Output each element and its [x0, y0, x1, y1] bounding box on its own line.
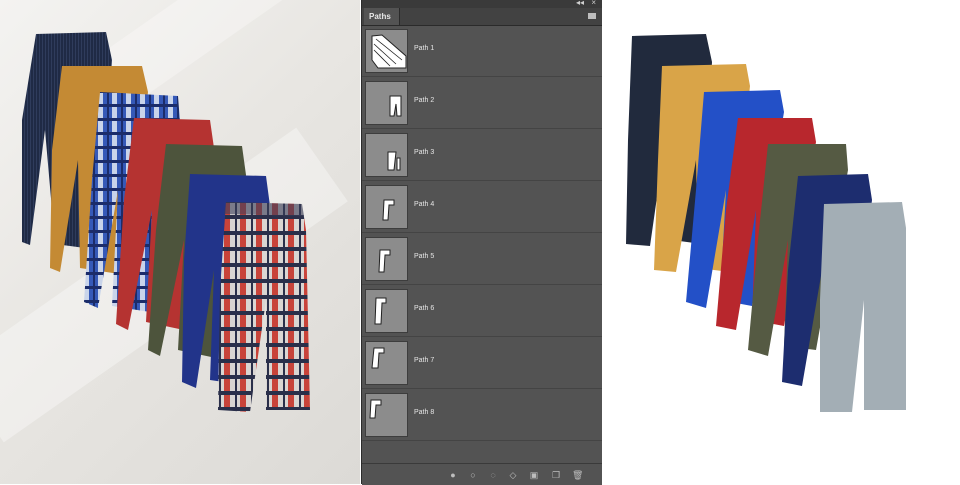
close-panel-icon[interactable]: ×	[591, 0, 596, 7]
panel-tab-bar: Paths	[362, 8, 602, 26]
delete-path-icon[interactable]: 🗑	[572, 470, 583, 480]
path-label: Path 6	[414, 305, 435, 312]
path-label: Path 3	[414, 149, 435, 156]
path-row-2[interactable]: Path 2	[362, 78, 602, 129]
load-as-selection-icon[interactable]: ◌	[488, 470, 498, 480]
path-thumbnail	[365, 185, 408, 229]
path-label: Path 2	[414, 97, 435, 104]
product-photo	[0, 0, 360, 484]
paths-list: Path 1 Path 2 Path 3 Path 4 Path 5 Path …	[362, 26, 602, 442]
path-label: Path 1	[414, 45, 435, 52]
make-work-path-icon[interactable]: ◇	[508, 470, 518, 480]
path-row-5[interactable]: Path 5	[362, 234, 602, 285]
path-shape-icon	[374, 297, 387, 325]
path-row-6[interactable]: Path 6	[362, 286, 602, 337]
path-thumbnail	[365, 393, 408, 437]
clipping-path-result	[602, 0, 960, 484]
path-thumbnail	[365, 289, 408, 333]
tab-paths[interactable]: Paths	[364, 8, 400, 25]
path-label: Path 4	[414, 201, 435, 208]
panel-menu-icon[interactable]	[588, 13, 596, 19]
panel-top-bar: ◂◂ ×	[362, 0, 602, 8]
path-row-1[interactable]: Path 1	[362, 26, 602, 77]
path-shape-icon	[371, 34, 407, 69]
path-shape-icon	[382, 199, 395, 221]
path-shape-icon	[369, 399, 382, 419]
new-path-icon[interactable]: ❐	[551, 470, 561, 480]
panel-bottom-toolbar: ● ○ ◌ ◇ ▣ ❐ 🗑	[362, 463, 602, 485]
path-row-8[interactable]: Path 8	[362, 390, 602, 441]
collapse-panel-icon[interactable]: ◂◂	[576, 0, 584, 7]
path-row-7[interactable]: Path 7	[362, 338, 602, 389]
paths-panel: ◂◂ × Paths Path 1 Path 2 Path 3 Path 4 P…	[361, 0, 603, 485]
path-shape-icon	[378, 249, 391, 273]
path-thumbnail	[365, 341, 408, 385]
fill-path-icon[interactable]: ●	[448, 470, 458, 480]
path-shape-icon	[387, 151, 401, 171]
path-label: Path 5	[414, 253, 435, 260]
pants-silhouette-grey	[820, 202, 906, 412]
path-thumbnail	[365, 133, 408, 177]
path-row-3[interactable]: Path 3	[362, 130, 602, 181]
path-shape-icon	[371, 347, 385, 369]
pants-photo-illustration	[22, 32, 310, 412]
path-thumbnail	[365, 29, 408, 73]
path-label: Path 8	[414, 409, 435, 416]
path-label: Path 7	[414, 357, 435, 364]
pants-silhouettes	[626, 34, 906, 412]
stroke-path-icon[interactable]: ○	[468, 470, 478, 480]
add-mask-icon[interactable]: ▣	[529, 470, 539, 480]
path-row-4[interactable]: Path 4	[362, 182, 602, 233]
path-thumbnail	[365, 81, 408, 125]
path-shape-icon	[389, 95, 402, 117]
path-thumbnail	[365, 237, 408, 281]
